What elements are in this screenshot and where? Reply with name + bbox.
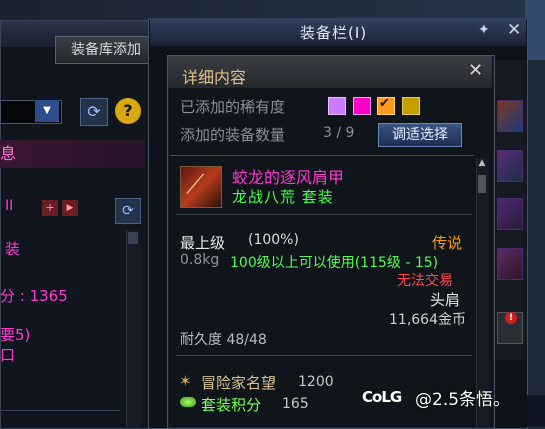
left-text-equip: 装 [5,240,21,258]
set-score-value: 165 [282,396,309,412]
help-icon[interactable]: ? [115,98,141,124]
adventurer-fame-icon: ✶ [179,372,192,390]
item-set-name: 龙战八荒 套装 [232,188,334,206]
set-score-label: 套装积分 [201,396,262,414]
chevron-down-icon[interactable]: ▼ [35,100,59,122]
adventurer-fame-label: 冒险家名望 [201,374,277,392]
equipment-library-add-button[interactable]: 装备库添加 [55,36,157,64]
left-score-value: 1365 [29,287,68,305]
left-next-button[interactable]: ▶ [62,200,78,216]
left-text-misc: ⼝ [0,346,16,364]
item-price: 11,664金币 [389,312,466,328]
refresh-icon[interactable]: ⟳ [115,198,141,224]
left-score-label: 分 : [0,287,30,305]
background-strip [0,0,545,20]
detail-scrollbar-thumb[interactable] [478,175,486,193]
pin-icon[interactable]: ✦ [478,22,490,38]
equipment-slot-icon[interactable] [497,150,523,182]
shoulder-armor-icon: ⟋ [186,170,205,200]
background-corner [525,0,545,60]
added-count-label: 添加的装备数量 [180,126,286,144]
close-icon[interactable]: ✕ [468,60,483,81]
added-count-value: 3 / 9 [323,125,355,141]
left-info-tab-label: 息 [0,144,17,163]
adjust-selection-button[interactable]: 调适选择 [378,123,462,147]
divider [176,355,472,356]
left-info-tab[interactable]: 息 [0,140,145,168]
item-level-requirement: 100级以上可以使用(115级 - 15) [230,255,439,271]
added-rarity-label: 已添加的稀有度 [180,98,286,116]
scroll-up-icon[interactable]: ▲ [477,158,487,170]
divider [170,155,474,156]
item-name: 蛟龙的逐风肩甲 [232,168,345,187]
background-strip [527,395,545,427]
left-text-req: 要5) [0,326,31,344]
item-durability: 耐久度 48/48 [180,332,267,348]
equipment-window-title: 装备栏(I) [300,24,368,42]
item-detail-title: 详细内容 [182,68,247,87]
item-slot-type: 头肩 [430,291,461,309]
rarity-swatch-unique[interactable] [353,97,371,115]
watermark-text: @2.5条悟。 [415,390,511,410]
equipment-slot-icon[interactable] [497,100,523,132]
left-window: ✕ [0,20,167,429]
left-roman-label: II [5,198,14,214]
left-plus-button[interactable]: + [42,200,58,216]
adventurer-fame-value: 1200 [298,374,334,390]
watermark-logo: CoLG [362,388,402,406]
close-icon[interactable]: ✕ [507,20,521,40]
left-divider [0,410,120,411]
alert-badge-icon: ! [505,312,517,324]
divider [176,214,472,215]
equipment-slot-icon[interactable] [497,248,523,280]
refresh-icon[interactable]: ⟳ [80,98,108,126]
item-weight: 0.8kg [180,252,220,268]
item-grade: 最上级 [180,234,226,252]
left-scrollbar[interactable] [126,230,141,427]
left-text-score: 分 : 1365 [0,285,68,306]
item-trade-status: 无法交易 [397,273,453,289]
equipment-slot-icon[interactable] [497,198,523,230]
item-rarity: 传说 [432,234,463,252]
rarity-swatch-rare[interactable] [328,97,346,115]
check-icon: ✔ [379,96,390,111]
rarity-swatch-epic[interactable] [402,97,420,115]
left-scrollbar-thumb[interactable] [128,232,138,244]
item-grade-percent: (100%) [248,232,299,248]
set-score-icon [180,397,196,407]
